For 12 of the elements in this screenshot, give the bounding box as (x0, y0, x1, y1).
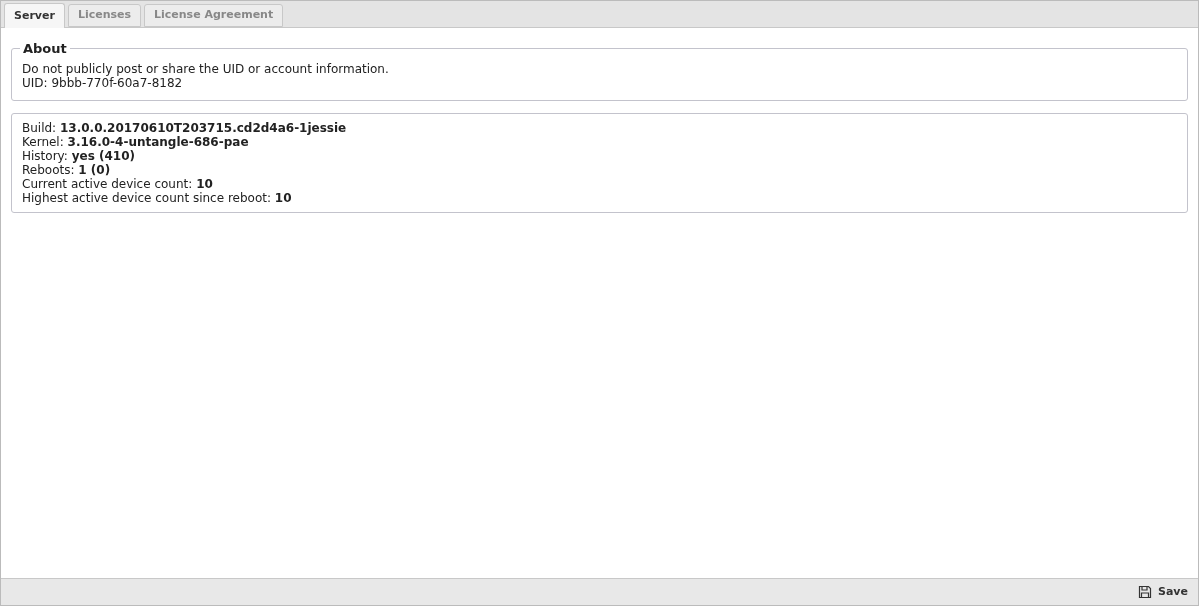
save-icon (1138, 585, 1152, 599)
info-text: Current active device count: 10 (22, 176, 214, 191)
info-text: Kernel: 3.16.0-4-untangle-686-pae (22, 134, 249, 149)
save-button[interactable]: Save (1138, 583, 1188, 601)
panel-title: About (22, 40, 68, 58)
info-text: Build: 13.0.0.20170610T203715.cd2d4a6-1jessie (22, 120, 348, 135)
info-text: Highest active device count since reboot: 10 (22, 190, 293, 205)
info-text: Reboots: 1 (0) (22, 162, 112, 177)
info-text: Do not publicly post or share the UID or account information. (22, 61, 390, 76)
tab[interactable]: Server (4, 3, 65, 28)
info-text: UID: 9bbb-770f-60a7-8182 (22, 75, 184, 90)
info-text: History: yes (410) (22, 148, 135, 163)
